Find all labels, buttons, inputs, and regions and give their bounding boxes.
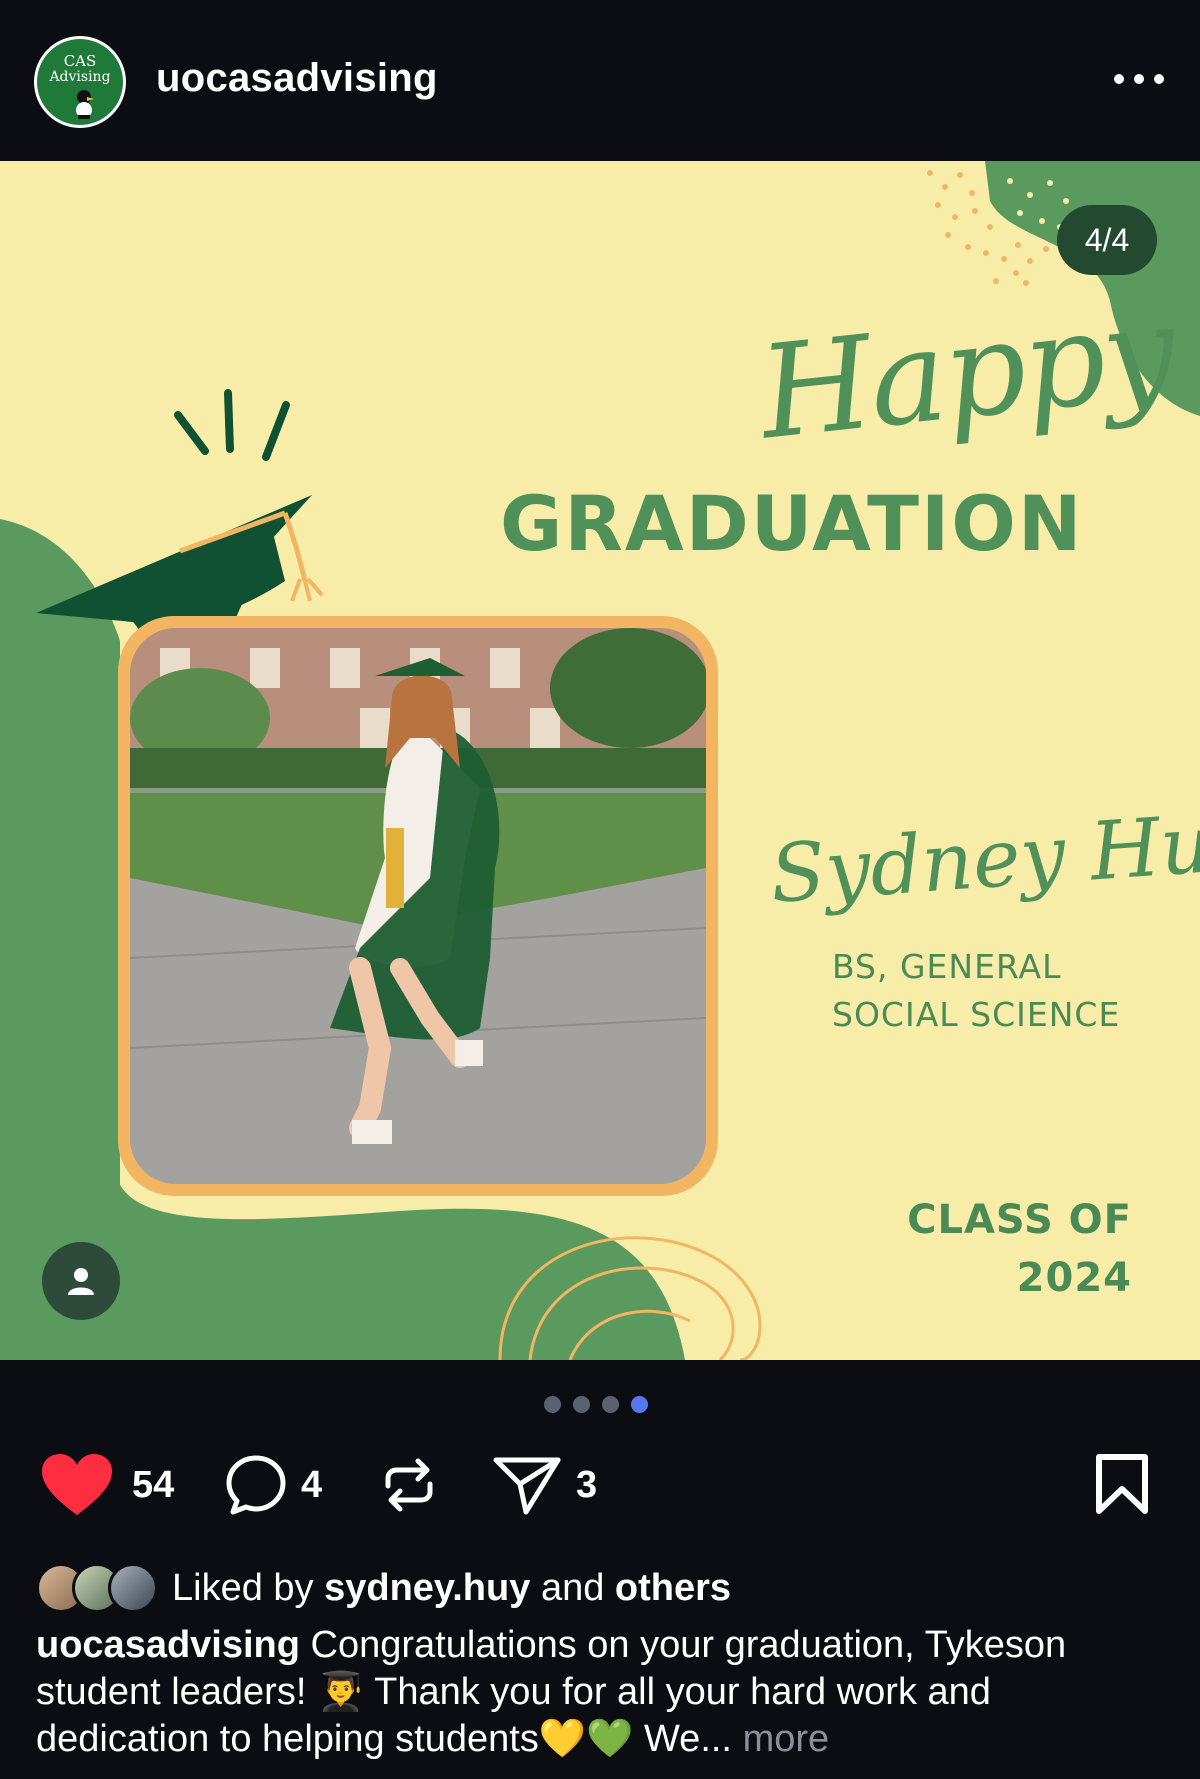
more-horizontal-icon <box>1154 74 1164 84</box>
comment-count: 4 <box>301 1463 323 1506</box>
pager-dot-active[interactable] <box>631 1396 648 1413</box>
username[interactable]: uocasadvising <box>156 56 438 101</box>
profile-avatar[interactable]: CAS Advising <box>34 36 126 128</box>
post-caption: uocasadvising Congratulations on your gr… <box>36 1622 1166 1763</box>
degree-line1: BS, GENERAL <box>832 947 1062 986</box>
degree-line2: SOCIAL SCIENCE <box>832 995 1121 1034</box>
pager-dot[interactable] <box>602 1396 619 1413</box>
action-bar: 54 4 3 <box>0 1450 1200 1530</box>
liker-avatars <box>36 1563 158 1613</box>
bookmark-icon <box>1096 1454 1148 1514</box>
graduate-photo <box>130 628 706 1184</box>
repost-button[interactable] <box>378 1450 440 1520</box>
headline: GRADUATION <box>500 479 1084 568</box>
like-button[interactable]: 54 <box>40 1450 174 1520</box>
avatar-text-line1: CAS <box>63 52 97 70</box>
comment-button[interactable]: 4 <box>225 1450 322 1520</box>
send-icon <box>493 1457 561 1515</box>
class-line1: CLASS OF <box>907 1197 1132 1243</box>
avatar <box>108 1563 158 1613</box>
more-horizontal-icon <box>1134 74 1144 84</box>
graduate-photo-frame <box>118 616 718 1196</box>
share-count: 3 <box>576 1463 598 1506</box>
slide-counter: 4/4 <box>1057 205 1157 275</box>
liked-by-prefix: Liked by <box>172 1566 314 1609</box>
carousel-pager <box>544 1396 648 1413</box>
class-year: CLASS OF 2024 <box>907 1191 1132 1307</box>
liked-by-others[interactable]: others <box>615 1567 731 1610</box>
post-image[interactable]: 4/4 Happy GRADUATION Sydney Huy BS, GENE… <box>0 161 1200 1360</box>
like-count: 54 <box>132 1463 175 1506</box>
liked-by-user[interactable]: sydney.huy <box>324 1567 530 1610</box>
share-button[interactable]: 3 <box>492 1450 597 1520</box>
graduate-photo-illustration <box>130 628 706 1184</box>
pager-dot[interactable] <box>544 1396 561 1413</box>
caption-more-link[interactable]: more <box>743 1718 830 1760</box>
duck-mascot-icon <box>76 90 94 119</box>
more-horizontal-icon <box>1114 74 1124 84</box>
save-button[interactable] <box>1094 1450 1150 1520</box>
repost-icon <box>385 1458 433 1512</box>
liked-by-conjunction: and <box>540 1566 605 1609</box>
post-header: CAS Advising uocasadvising <box>0 0 1200 160</box>
avatar-logo: CAS Advising <box>37 39 123 125</box>
avatar-text-line2: Advising <box>49 69 111 85</box>
more-options-button[interactable] <box>1114 64 1164 94</box>
heart-filled-icon <box>42 1454 112 1515</box>
caption-username[interactable]: uocasadvising <box>36 1624 300 1666</box>
tagged-people-button[interactable] <box>42 1242 120 1320</box>
degree-text: BS, GENERAL SOCIAL SCIENCE <box>832 943 1120 1039</box>
class-line2: 2024 <box>1016 1255 1132 1301</box>
pager-dot[interactable] <box>573 1396 590 1413</box>
liked-by-row[interactable]: Liked by sydney.huy and others <box>36 1560 731 1616</box>
comment-icon <box>226 1455 286 1515</box>
person-icon <box>68 1268 94 1295</box>
